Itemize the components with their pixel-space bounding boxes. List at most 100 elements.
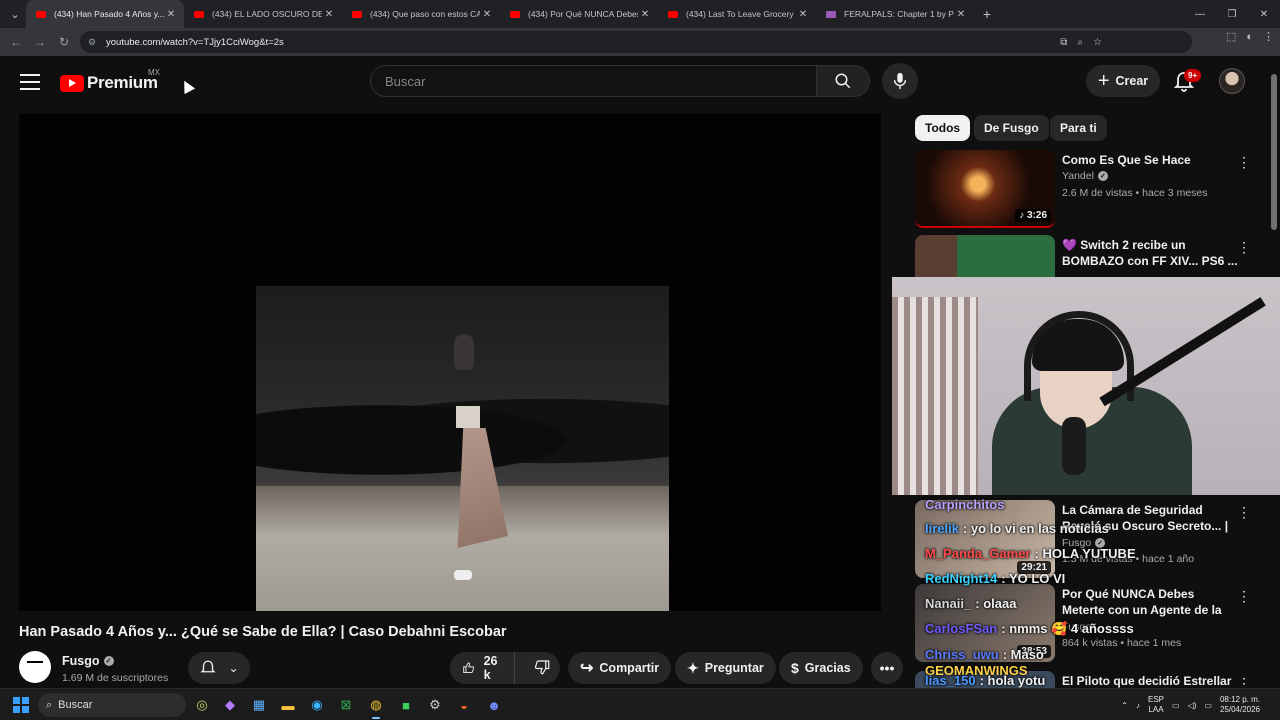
close-window-icon[interactable]: ✕ — [1248, 0, 1280, 28]
close-tab-icon[interactable]: ✕ — [796, 9, 810, 20]
extensions-icon[interactable]: ⬚ — [1226, 30, 1236, 43]
close-tab-icon[interactable]: ✕ — [638, 9, 652, 20]
plus-icon: + — [1097, 70, 1110, 92]
share-button[interactable]: ↪ Compartir — [568, 652, 672, 684]
edge-icon[interactable]: ◉ — [307, 695, 327, 715]
feralpals-icon — [826, 10, 836, 18]
search-button[interactable] — [817, 65, 870, 97]
video-person-shoe — [454, 570, 472, 580]
chip-from-channel[interactable]: De Fusgo — [974, 115, 1049, 141]
more-vertical-icon[interactable]: ⋮ — [1237, 154, 1251, 171]
bookmark-star-icon[interactable]: ☆ — [1093, 37, 1102, 48]
chip-all[interactable]: Todos — [915, 115, 971, 141]
url-field[interactable]: ⚙ youtube.com/watch?v=TJjy1CciWog&t=2s ⧉… — [80, 31, 1192, 53]
account-avatar[interactable] — [1219, 68, 1245, 94]
install-app-icon[interactable]: ⧉ — [1060, 37, 1067, 48]
guide-menu-icon[interactable] — [20, 74, 40, 90]
channel-avatar[interactable] — [19, 651, 51, 683]
tab-title: (434) Que paso con estos CASO — [370, 9, 480, 19]
thanks-button[interactable]: $ Gracias — [779, 652, 863, 684]
reload-icon[interactable]: ↻ — [52, 30, 76, 54]
browser-tab[interactable]: (434) Last To Leave Grocery Sto✕ — [658, 0, 816, 28]
discord-icon[interactable]: ☻ — [484, 695, 504, 715]
tray-overflow-icon[interactable]: ⌃ — [1121, 701, 1128, 710]
recommended-meta: 2.6 M de vistas • hace 3 meses — [1062, 187, 1208, 199]
channel-name[interactable]: Fusgo — [62, 654, 100, 668]
recommended-channel[interactable]: Yandel ✓ — [1062, 170, 1108, 182]
clock-date: 25/04/2026 — [1219, 705, 1260, 714]
browser-tab[interactable]: (434) Que paso con estos CASO✕ — [342, 0, 500, 28]
voice-search-button[interactable] — [882, 63, 918, 99]
browser-tab[interactable]: (434) Por Qué NUNCA Debes M✕ — [500, 0, 658, 28]
battery-icon[interactable]: ▭ — [1204, 701, 1212, 710]
video-player[interactable] — [19, 114, 881, 611]
ask-label: Preguntar — [704, 661, 764, 675]
address-bar-row: ← → ↻ ⚙ youtube.com/watch?v=TJjy1CciWog&… — [0, 28, 1280, 56]
obs-like-icon[interactable]: ■ — [396, 695, 416, 715]
excel-icon[interactable]: ⊠ — [336, 695, 356, 715]
volume-icon[interactable]: ◁) — [1188, 701, 1197, 710]
steam-icon[interactable]: ⚙ — [425, 695, 445, 715]
chat-text: : YO LO VI — [1001, 571, 1066, 586]
chat-text: : olaaa — [975, 596, 1017, 611]
forward-icon[interactable]: → — [28, 30, 52, 54]
chat-username: Chriss_uwu — [925, 647, 999, 662]
back-icon[interactable]: ← — [4, 30, 28, 54]
chip-for-you[interactable]: Para ti — [1050, 115, 1107, 141]
close-tab-icon[interactable]: ✕ — [322, 9, 336, 20]
like-button[interactable]: 26 k — [450, 652, 515, 684]
close-tab-icon[interactable]: ✕ — [164, 9, 178, 20]
microphone-tray-icon[interactable]: ♪ — [1136, 701, 1140, 710]
create-label: Crear — [1115, 74, 1149, 88]
new-tab-button[interactable]: + — [974, 6, 1000, 22]
file-explorer-icon[interactable]: ▬ — [278, 695, 298, 715]
ask-button[interactable]: ✦ Preguntar — [675, 652, 776, 684]
more-actions-button[interactable]: ••• — [871, 652, 903, 684]
search-input[interactable] — [385, 73, 816, 89]
browser-tab[interactable]: (434) EL LADO OSCURO DE LOS✕ — [184, 0, 342, 28]
copilot-icon[interactable]: ◆ — [220, 695, 240, 715]
chrome-icon[interactable]: ◍ — [366, 695, 386, 719]
store-icon[interactable]: ▦ — [249, 695, 269, 715]
webcam-overlay — [892, 277, 1280, 495]
browser-tab[interactable]: (434) Han Pasado 4 Años y... ¿Q✕ — [26, 0, 184, 28]
maximize-icon[interactable]: ❐ — [1216, 0, 1248, 28]
webcam-door — [892, 297, 978, 495]
taskbar-search[interactable]: ⌕ Buscar — [38, 693, 186, 717]
close-tab-icon[interactable]: ✕ — [480, 9, 494, 20]
recommended-title[interactable]: Como Es Que Se Hace — [1062, 152, 1238, 168]
recommended-video[interactable]: ♪ 3:26 Como Es Que Se Hace Yandel ✓ 2.6 M… — [915, 150, 1265, 230]
windows-start-icon[interactable] — [13, 697, 29, 713]
subscription-notification-button[interactable]: ⌄ — [188, 652, 250, 684]
video-thumbnail[interactable]: ♪ 3:26 — [915, 150, 1055, 228]
video-frame — [256, 286, 669, 611]
tab-search-button[interactable]: ⌄ — [4, 3, 26, 25]
close-tab-icon[interactable]: ✕ — [954, 9, 968, 20]
more-vertical-icon[interactable]: ⋮ — [1237, 504, 1251, 521]
site-info-icon[interactable]: ⚙ — [88, 37, 100, 48]
zoom-icon[interactable]: ⌕ — [1077, 37, 1083, 48]
more-vertical-icon[interactable]: ⋮ — [1237, 675, 1251, 688]
more-vertical-icon[interactable]: ⋮ — [1237, 588, 1251, 605]
browser-menu-icon[interactable]: ⋮ — [1263, 30, 1274, 43]
omnibox-actions: ⧉ ⌕ ☆ — [1060, 31, 1102, 53]
clock[interactable]: 08:12 p. m. 25/04/2026 — [1220, 695, 1260, 715]
recommended-title[interactable]: 💜 Switch 2 recibe un BOMBAZO con FF XIV.… — [1062, 237, 1238, 269]
minimize-icon[interactable]: — — [1184, 0, 1216, 28]
page-scrollbar[interactable] — [1270, 60, 1278, 688]
firefox-icon[interactable]: ◒ — [454, 695, 474, 715]
create-button[interactable]: + Crear — [1086, 65, 1160, 97]
language-indicator[interactable]: ESP LAA — [1148, 695, 1164, 715]
dislike-button[interactable] — [521, 658, 563, 679]
scrollbar-thumb[interactable] — [1271, 74, 1277, 230]
lang-layout: LAA — [1148, 705, 1164, 714]
profile-icon[interactable]: ◐ — [1246, 31, 1253, 43]
widgets-icon[interactable]: ◎ — [192, 695, 212, 715]
youtube-premium-logo[interactable]: Premium MX — [60, 68, 160, 93]
more-vertical-icon[interactable]: ⋮ — [1237, 239, 1251, 256]
stream-chat-overlay: Carpinchitos lirelik: yo lo vi en las not… — [925, 497, 1165, 688]
browser-tab-strip: ⌄ (434) Han Pasado 4 Años y... ¿Q✕ (434)… — [0, 0, 1280, 28]
network-icon[interactable]: ▭ — [1172, 701, 1180, 710]
channel-name-row[interactable]: Fusgo ✓ — [62, 654, 114, 668]
browser-tab[interactable]: FERALPALS: Chapter 1 by Polyp✕ — [816, 0, 974, 28]
